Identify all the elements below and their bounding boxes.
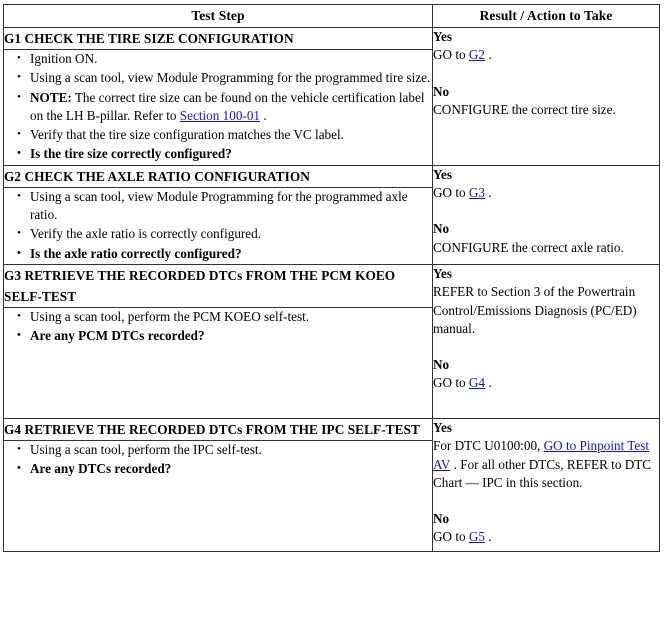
result-no-text-g3: GO to G4 . [433, 374, 659, 392]
step-bullet-list-g4: Using a scan tool, perform the IPC self-… [4, 440, 432, 479]
link-g4[interactable]: G4 [469, 375, 485, 390]
result-yes-prefix-g4: For DTC U0100:00, [433, 438, 544, 454]
step-title-row-g2: G2 CHECK THE AXLE RATIO CONFIGURATION Ye… [3, 164, 660, 265]
diagnostic-procedure-page: Test Step Result / Action to Take G1 CHE… [0, 0, 668, 633]
step-body-g1: Ignition ON. Using a scan tool, view Mod… [3, 49, 433, 166]
result-yes-text-g1: GO to G2 . [433, 46, 659, 64]
result-cell-g1: Yes GO to G2 . No CONFIGURE the correct … [432, 27, 660, 166]
list-item-note: NOTE: The correct tire size can be found… [17, 88, 432, 126]
result-spacer-g1 [433, 65, 659, 83]
step-title-row-g1: G1 CHECK THE TIRE SIZE CONFIGURATION Yes… [3, 27, 660, 166]
list-item-question: Is the axle ratio correctly configured? [17, 244, 432, 263]
bullet-text: Ignition ON. [30, 51, 98, 66]
table-header-row: Test Step Result / Action to Take [3, 4, 660, 28]
bullet-text: Are any DTCs recorded? [30, 461, 172, 477]
step-title-g2: G2 CHECK THE AXLE RATIO CONFIGURATION [3, 164, 433, 188]
list-item-question: Are any DTCs recorded? [17, 459, 432, 478]
step-title-g3: G3 RETRIEVE THE RECORDED DTCs FROM THE P… [3, 263, 433, 308]
result-spacer-g3 [433, 338, 659, 356]
step-body-g3: Using a scan tool, perform the PCM KOEO … [3, 307, 433, 419]
result-no-label-g3: No [433, 357, 450, 373]
bullet-text: Is the axle ratio correctly configured? [30, 245, 242, 261]
result-yes-text-g3: REFER to Section 3 of the Powertrain Con… [433, 284, 637, 336]
result-yes-text-g2: GO to G3 . [433, 184, 659, 202]
link-g2[interactable]: G2 [469, 47, 485, 62]
result-no-label-g1: No [433, 83, 450, 99]
link-g3[interactable]: G3 [469, 185, 485, 200]
bullet-text: Using a scan tool, view Module Programmi… [30, 188, 408, 223]
result-spacer-g4 [433, 492, 659, 510]
result-no-label-g2: No [433, 221, 450, 237]
result-no-prefix-g4: GO to [433, 529, 469, 545]
bullet-text: Using a scan tool, view Module Programmi… [30, 70, 431, 86]
step-title-g4: G4 RETRIEVE THE RECORDED DTCs FROM THE I… [3, 417, 433, 441]
result-cell-g2: Yes GO to G3 . No CONFIGURE the correct … [432, 164, 660, 265]
result-yes-suffix-g4: . For all other DTCs, REFER to DTC Chart… [433, 456, 652, 490]
result-cell-g3: Yes REFER to Section 3 of the Powertrain… [432, 263, 660, 419]
result-no-prefix-g3: GO to [433, 375, 469, 391]
step-bullet-list-g2: Using a scan tool, view Module Programmi… [4, 187, 432, 263]
result-cell-g4: Yes For DTC U0100:00, GO to Pinpoint Tes… [432, 417, 660, 552]
result-no-text-g2: CONFIGURE the correct axle ratio. [433, 239, 624, 255]
result-yes-suffix-g1: . [485, 47, 492, 63]
note-text-after-link: . [260, 107, 267, 123]
column-header-test-step: Test Step [3, 4, 433, 28]
list-item: Using a scan tool, perform the PCM KOEO … [17, 307, 432, 326]
step-bullet-list-g3: Using a scan tool, perform the PCM KOEO … [4, 307, 432, 346]
step-bullet-list-g1: Ignition ON. Using a scan tool, view Mod… [4, 49, 432, 164]
bullet-text: Verify that the tire size configuration … [30, 127, 344, 143]
bullet-text: Are any PCM DTCs recorded? [30, 328, 205, 344]
bullet-text: Using a scan tool, perform the IPC self-… [30, 441, 262, 457]
result-yes-label-g4: Yes [433, 419, 453, 435]
result-no-suffix-g4: . [485, 529, 492, 545]
column-header-result-action: Result / Action to Take [432, 4, 660, 28]
result-yes-text-g4: For DTC U0100:00, GO to Pinpoint Test AV… [433, 437, 659, 492]
result-no-text-g1: CONFIGURE the correct tire size. [433, 101, 616, 117]
link-section-100-01[interactable]: Section 100-01 [180, 108, 260, 123]
pinpoint-test-table: Test Step Result / Action to Take G1 CHE… [3, 4, 660, 552]
result-no-label-g4: No [433, 511, 450, 527]
list-item: Ignition ON. [17, 49, 432, 68]
result-yes-prefix-g1: GO to [433, 47, 469, 63]
link-g5[interactable]: G5 [469, 529, 485, 544]
step-title-row-g4: G4 RETRIEVE THE RECORDED DTCs FROM THE I… [3, 417, 660, 552]
list-item: Using a scan tool, perform the IPC self-… [17, 440, 432, 459]
note-label: NOTE: [30, 89, 72, 105]
list-item: Verify the axle ratio is correctly confi… [17, 224, 432, 243]
bullet-text: Using a scan tool, perform the PCM KOEO … [30, 308, 310, 324]
result-yes-label-g1: Yes [433, 29, 453, 44]
result-no-suffix-g3: . [485, 375, 492, 391]
result-no-text-g4: GO to G5 . [433, 528, 659, 546]
step-title-row-g3: G3 RETRIEVE THE RECORDED DTCs FROM THE P… [3, 263, 660, 419]
list-item-question: Are any PCM DTCs recorded? [17, 326, 432, 345]
bullet-text: Is the tire size correctly configured? [30, 146, 232, 162]
list-item: Using a scan tool, view Module Programmi… [17, 187, 432, 225]
result-spacer-g2 [433, 202, 659, 220]
step-body-g4: Using a scan tool, perform the IPC self-… [3, 440, 433, 552]
bullet-text: Verify the axle ratio is correctly confi… [30, 226, 262, 242]
result-yes-suffix-g2: . [485, 185, 492, 201]
result-yes-label-g3: Yes [433, 265, 453, 281]
result-yes-label-g2: Yes [433, 166, 453, 182]
list-item: Using a scan tool, view Module Programmi… [17, 68, 432, 87]
list-item-question: Is the tire size correctly configured? [17, 144, 432, 163]
step-body-g2: Using a scan tool, view Module Programmi… [3, 186, 433, 265]
step-title-g1: G1 CHECK THE TIRE SIZE CONFIGURATION [3, 27, 433, 50]
list-item: Verify that the tire size configuration … [17, 125, 432, 144]
result-yes-prefix-g2: GO to [433, 185, 469, 201]
